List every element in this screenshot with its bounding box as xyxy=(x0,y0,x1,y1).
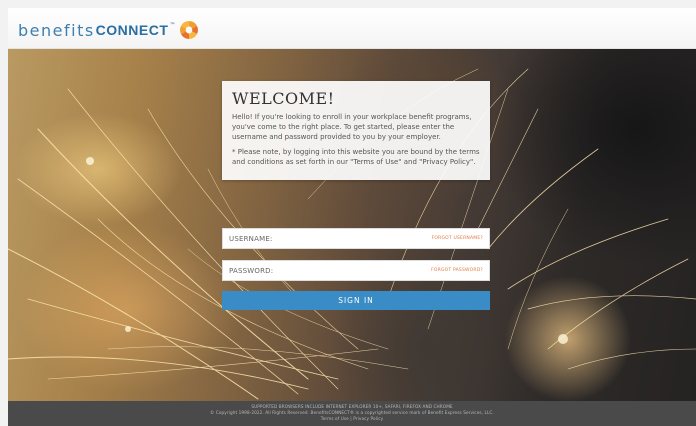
password-input[interactable] xyxy=(273,264,393,278)
welcome-title: WELCOME! xyxy=(232,89,335,108)
terms-of-use-link[interactable]: Terms of Use xyxy=(321,416,349,421)
sign-in-button[interactable]: SIGN IN xyxy=(222,291,490,310)
password-field[interactable]: PASSWORD: FORGOT PASSWORD? xyxy=(222,260,490,281)
forgot-username-link[interactable]: FORGOT USERNAME? xyxy=(432,236,483,241)
forgot-password-link[interactable]: FORGOT PASSWORD? xyxy=(431,268,483,273)
footer-links: Terms of Use | Privacy Policy xyxy=(8,416,696,422)
logo-trademark: ™ xyxy=(169,21,176,29)
username-field[interactable]: USERNAME: FORGOT USERNAME? xyxy=(222,228,490,249)
privacy-policy-link[interactable]: Privacy Policy xyxy=(353,416,383,421)
footer-separator: | xyxy=(350,416,352,421)
benefitsconnect-logo[interactable]: benefits CONNECT ™ xyxy=(18,20,199,40)
header: benefits CONNECT ™ xyxy=(8,8,696,49)
page-frame: benefits CONNECT ™ WELCOME! Hello! If yo… xyxy=(8,8,696,426)
logo-connect-text: CONNECT xyxy=(95,22,169,38)
password-label: PASSWORD: xyxy=(229,267,274,275)
username-input[interactable] xyxy=(273,232,393,246)
supported-browsers-text: SUPPORTED BROWSERS INCLUDE INTERNET EXPL… xyxy=(251,404,453,409)
username-label: USERNAME: xyxy=(229,235,273,243)
terms-notice-text: * Please note, by logging into this webs… xyxy=(232,148,480,166)
footer: SUPPORTED BROWSERS INCLUDE INTERNET EXPL… xyxy=(8,401,696,426)
welcome-panel: WELCOME! Hello! If you're looking to enr… xyxy=(222,81,490,180)
logo-benefits-text: benefits xyxy=(18,20,95,40)
welcome-intro-text: Hello! If you're looking to enroll in yo… xyxy=(232,113,472,141)
swirl-logo-icon xyxy=(180,21,199,39)
